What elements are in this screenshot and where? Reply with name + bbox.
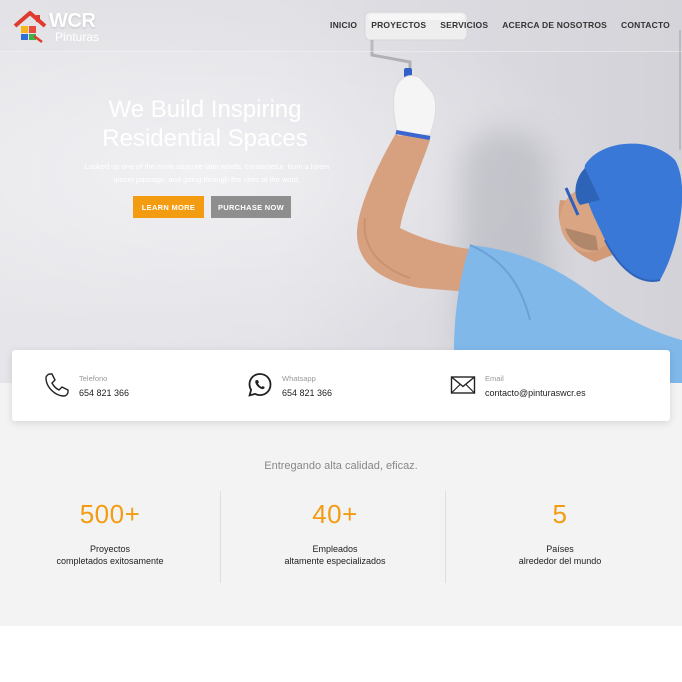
email-label: Email <box>485 374 504 383</box>
stat-label: Países <box>546 544 574 554</box>
whatsapp-value: 654 821 366 <box>282 388 333 398</box>
house-logo-icon <box>13 11 47 43</box>
brand-subtitle: Pinturas <box>55 30 100 44</box>
purchase-now-button[interactable]: PURCHASE NOW <box>211 196 291 218</box>
stat-divider <box>445 491 446 583</box>
stat-projects: 500+ Proyectos completados exitosamente <box>0 492 220 582</box>
hero-subtitle: Looked up one of the more obscure latin … <box>72 160 342 186</box>
hero-title: We Build Inspiring Residential Spaces <box>60 95 350 153</box>
nav-item-contacto[interactable]: CONTACTO <box>621 20 670 30</box>
stat-label: Proyectos <box>89 544 131 554</box>
stat-description: alrededor del mundo <box>518 556 602 566</box>
nav-item-proyectos[interactable]: PROYECTOS <box>371 20 426 30</box>
contact-phone[interactable]: Telefono 654 821 366 <box>44 350 224 421</box>
phone-icon <box>45 373 69 397</box>
hero-painter-image <box>356 11 682 383</box>
stat-employees: 40+ Empleados altamente especializados <box>225 492 445 582</box>
nav-item-inicio[interactable]: INICIO <box>330 20 357 30</box>
nav-item-servicios[interactable]: SERVICIOS <box>440 20 488 30</box>
stat-label: Empleados <box>312 544 358 554</box>
next-section <box>0 626 682 682</box>
phone-label: Telefono <box>79 374 108 383</box>
stat-countries: 5 Países alrededor del mundo <box>450 492 670 582</box>
stats-tagline: Entregando alta calidad, eficaz. <box>264 460 418 472</box>
stat-divider <box>220 491 221 583</box>
hero-title-line-2: Residential Spaces <box>102 125 308 152</box>
contact-card: Telefono 654 821 366 Whatsapp 654 821 36… <box>12 350 670 421</box>
contact-email[interactable]: Email contacto@pinturaswcr.es <box>450 350 650 421</box>
email-value: contacto@pinturaswcr.es <box>485 388 586 398</box>
stat-number: 500+ <box>79 499 141 529</box>
phone-value: 654 821 366 <box>79 388 130 398</box>
nav-item-acerca[interactable]: ACERCA DE NOSOTROS <box>502 20 607 30</box>
scrollbar[interactable] <box>679 30 681 150</box>
hero-title-line-1: We Build Inspiring <box>108 96 302 123</box>
brand-logo[interactable]: WCR Pinturas <box>12 8 112 44</box>
envelope-icon <box>450 376 476 394</box>
whatsapp-label: Whatsapp <box>282 374 316 383</box>
stat-number: 40+ <box>312 499 358 529</box>
learn-more-button[interactable]: LEARN MORE <box>133 196 204 218</box>
top-navigation: WCR Pinturas INICIO PROYECTOS SERVICIOS … <box>0 0 682 52</box>
contact-whatsapp[interactable]: Whatsapp 654 821 366 <box>247 350 427 421</box>
stat-number: 5 <box>552 499 568 529</box>
hero-section: WCR Pinturas INICIO PROYECTOS SERVICIOS … <box>0 0 682 383</box>
page: WCR Pinturas INICIO PROYECTOS SERVICIOS … <box>0 0 682 682</box>
stat-description: completados exitosamente <box>56 556 164 566</box>
hero-subtitle-line-2: ipsum passage, and going through the cit… <box>113 175 301 184</box>
hero-subtitle-line-1: Looked up one of the more obscure latin … <box>84 162 330 171</box>
stat-description: altamente especializados <box>284 556 386 566</box>
main-menu: INICIO PROYECTOS SERVICIOS ACERCA DE NOS… <box>330 20 670 30</box>
whatsapp-icon <box>248 373 272 397</box>
